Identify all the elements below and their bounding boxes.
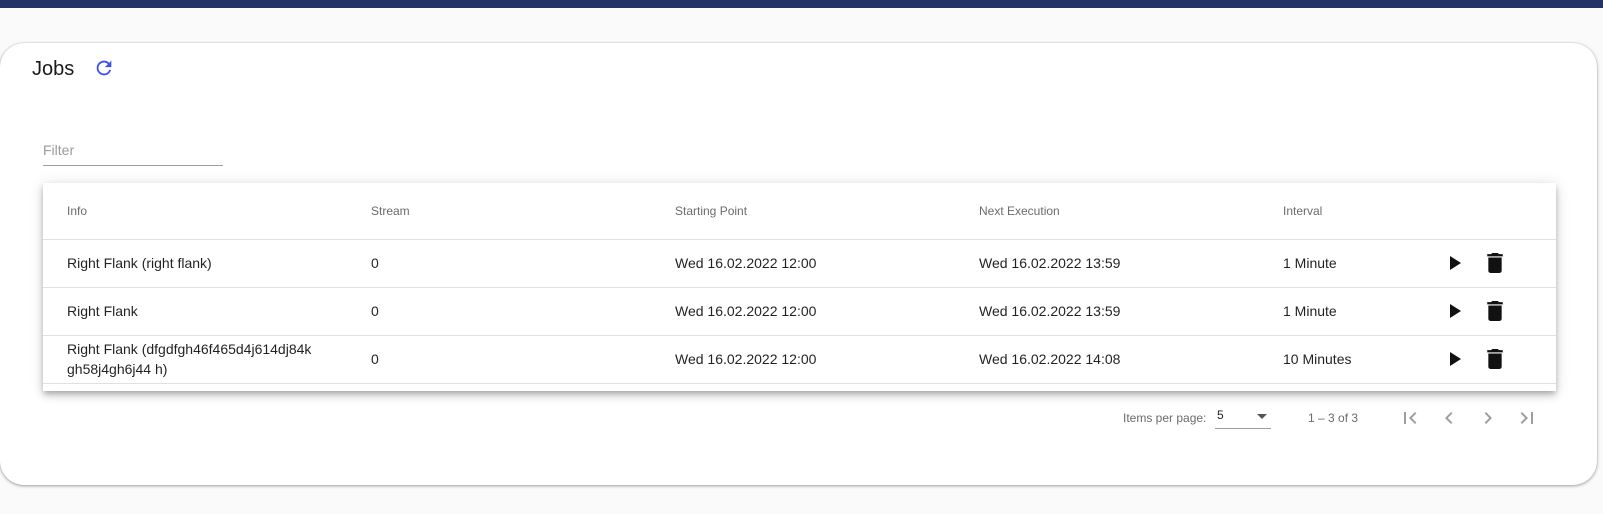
- cell-interval: 1 Minute: [1283, 303, 1337, 319]
- delete-job-button[interactable]: [1481, 297, 1509, 325]
- run-job-button[interactable]: [1441, 345, 1469, 373]
- delete-job-button[interactable]: [1481, 345, 1509, 373]
- cell-next-execution: Wed 16.02.2022 14:08: [979, 351, 1121, 367]
- run-job-button[interactable]: [1441, 297, 1469, 325]
- row-actions: [1441, 335, 1509, 383]
- last-page-button[interactable]: [1515, 406, 1539, 430]
- cell-starting-point: Wed 16.02.2022 12:00: [675, 351, 817, 367]
- table-row: Right Flank (dfgdfgh46f465d4j614dj84k gh…: [43, 335, 1556, 384]
- dropdown-arrow-icon: [1257, 414, 1267, 419]
- column-header-stream[interactable]: Stream: [371, 183, 631, 239]
- next-page-button[interactable]: [1476, 406, 1500, 430]
- last-page-icon: [1520, 412, 1533, 424]
- page-range-label: 1 – 3 of 3: [1308, 411, 1359, 425]
- cell-starting-point: Wed 16.02.2022 12:00: [675, 255, 817, 271]
- cell-interval: 1 Minute: [1283, 255, 1337, 271]
- top-app-bar: [0, 0, 1603, 8]
- cell-interval: 10 Minutes: [1283, 351, 1352, 367]
- table-row: Right Flank 0 Wed 16.02.2022 12:00 Wed 1…: [43, 287, 1556, 336]
- table-header-row: Info Stream Starting Point Next Executio…: [43, 183, 1556, 240]
- page-size-select[interactable]: 5: [1215, 406, 1271, 429]
- filter-field[interactable]: [43, 139, 223, 166]
- jobs-card: Jobs Info Stream Starting Point Next Exe…: [0, 43, 1597, 485]
- jobs-table: Info Stream Starting Point Next Executio…: [43, 183, 1556, 391]
- play-icon: [1450, 304, 1461, 318]
- page-title: Jobs: [32, 58, 75, 80]
- column-header-starting-point[interactable]: Starting Point: [675, 183, 935, 239]
- delete-job-button[interactable]: [1481, 249, 1509, 277]
- cell-stream: 0: [371, 303, 379, 319]
- row-actions: [1441, 287, 1509, 335]
- refresh-icon: [96, 60, 112, 76]
- page-size-value: 5: [1217, 408, 1224, 422]
- cell-stream: 0: [371, 351, 379, 367]
- column-header-info[interactable]: Info: [67, 183, 337, 239]
- table-row: Right Flank (right flank) 0 Wed 16.02.20…: [43, 239, 1556, 288]
- cell-info: Right Flank: [67, 303, 138, 319]
- previous-page-button[interactable]: [1437, 406, 1461, 430]
- next-page-icon: [1484, 412, 1492, 424]
- first-page-icon: [1404, 412, 1417, 424]
- cell-info: Right Flank (right flank): [67, 255, 212, 271]
- run-job-button[interactable]: [1441, 249, 1469, 277]
- play-icon: [1450, 352, 1461, 366]
- cell-next-execution: Wed 16.02.2022 13:59: [979, 255, 1121, 271]
- delete-icon: [1487, 253, 1503, 273]
- cell-stream: 0: [371, 255, 379, 271]
- previous-page-icon: [1445, 412, 1453, 424]
- first-page-button[interactable]: [1398, 406, 1422, 430]
- items-per-page-label: Items per page:: [1123, 411, 1207, 425]
- delete-icon: [1487, 349, 1503, 369]
- paginator: Items per page: 5 1 – 3 of 3: [1100, 398, 1560, 438]
- cell-starting-point: Wed 16.02.2022 12:00: [675, 303, 817, 319]
- column-header-interval[interactable]: Interval: [1283, 183, 1423, 239]
- play-icon: [1450, 256, 1461, 270]
- delete-icon: [1487, 301, 1503, 321]
- cell-next-execution: Wed 16.02.2022 13:59: [979, 303, 1121, 319]
- refresh-button[interactable]: [92, 56, 116, 80]
- column-header-next-execution[interactable]: Next Execution: [979, 183, 1239, 239]
- row-actions: [1441, 239, 1509, 287]
- filter-input[interactable]: [43, 139, 223, 161]
- cell-info: Right Flank (dfgdfgh46f465d4j614dj84k gh…: [67, 341, 312, 377]
